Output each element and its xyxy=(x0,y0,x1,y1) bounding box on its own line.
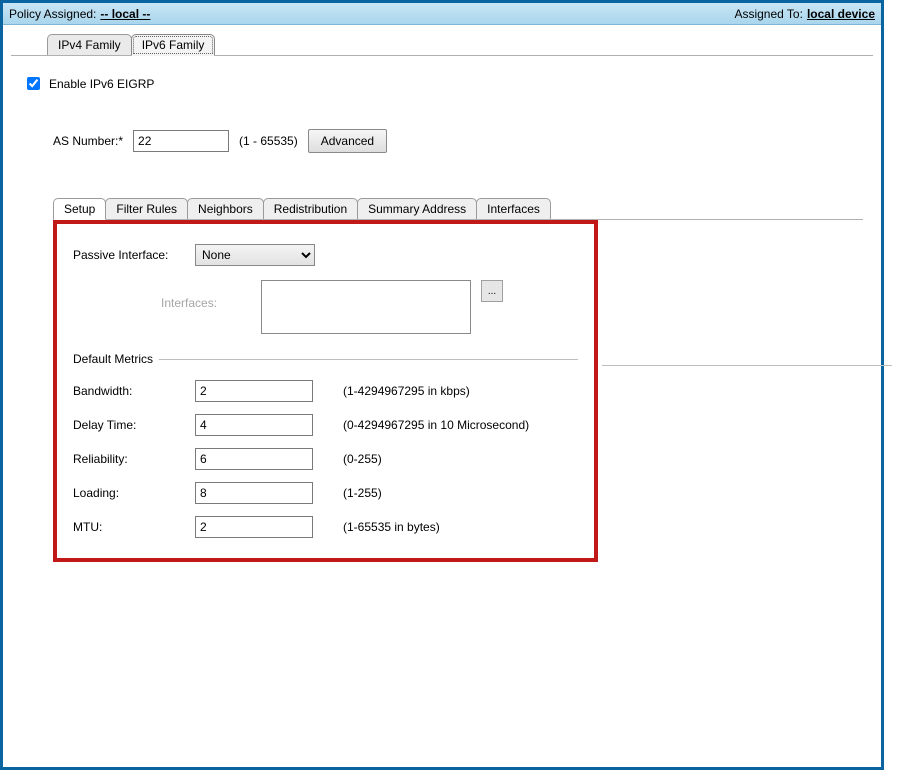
as-number-range: (1 - 65535) xyxy=(239,134,298,148)
delay-time-hint: (0-4294967295 in 10 Microsecond) xyxy=(343,418,529,432)
reliability-input[interactable] xyxy=(195,448,313,470)
default-metrics-label: Default Metrics xyxy=(73,352,159,366)
enable-ipv6-eigrp-label: Enable IPv6 EIGRP xyxy=(49,77,154,91)
assigned-to-label: Assigned To: xyxy=(734,7,803,21)
reliability-label: Reliability: xyxy=(73,452,195,466)
tab-ipv4-family[interactable]: IPv4 Family xyxy=(47,34,132,55)
enable-ipv6-eigrp-checkbox[interactable] xyxy=(27,77,40,90)
title-bar: Policy Assigned: -- local -- Assigned To… xyxy=(3,3,881,25)
mtu-label: MTU: xyxy=(73,520,195,534)
eigrp-inner-tabs: Setup Filter Rules Neighbors Redistribut… xyxy=(53,195,863,219)
passive-interface-select[interactable]: None xyxy=(195,244,315,266)
delay-time-input[interactable] xyxy=(195,414,313,436)
tab-interfaces[interactable]: Interfaces xyxy=(476,198,551,219)
loading-hint: (1-255) xyxy=(343,486,382,500)
bandwidth-hint: (1-4294967295 in kbps) xyxy=(343,384,470,398)
loading-input[interactable] xyxy=(195,482,313,504)
mtu-hint: (1-65535 in bytes) xyxy=(343,520,440,534)
tab-summary-address[interactable]: Summary Address xyxy=(357,198,477,219)
bandwidth-input[interactable] xyxy=(195,380,313,402)
default-metrics-divider xyxy=(159,359,578,360)
delay-time-label: Delay Time: xyxy=(73,418,195,432)
default-metrics-divider-ext xyxy=(602,365,892,366)
assigned-to-link[interactable]: local device xyxy=(807,7,875,21)
passive-interface-label: Passive Interface: xyxy=(73,248,195,262)
interfaces-listbox[interactable] xyxy=(261,280,471,334)
tab-redistribution[interactable]: Redistribution xyxy=(263,198,358,219)
tab-ipv6-family[interactable]: IPv6 Family xyxy=(131,34,216,56)
as-number-input[interactable] xyxy=(133,130,229,152)
ipv6-family-panel: Enable IPv6 EIGRP AS Number:* (1 - 65535… xyxy=(11,55,873,562)
policy-assigned-label: Policy Assigned: xyxy=(9,7,96,21)
setup-highlight-box: Passive Interface: None Interfaces: ... xyxy=(53,220,598,562)
family-tabs: IPv4 Family IPv6 Family xyxy=(11,31,873,55)
tab-neighbors[interactable]: Neighbors xyxy=(187,198,264,219)
interfaces-browse-button[interactable]: ... xyxy=(481,280,503,302)
bandwidth-label: Bandwidth: xyxy=(73,384,195,398)
interfaces-label: Interfaces: xyxy=(161,280,261,310)
reliability-hint: (0-255) xyxy=(343,452,382,466)
advanced-button[interactable]: Advanced xyxy=(308,129,387,153)
mtu-input[interactable] xyxy=(195,516,313,538)
loading-label: Loading: xyxy=(73,486,195,500)
tab-setup[interactable]: Setup xyxy=(53,198,106,220)
as-number-label: AS Number:* xyxy=(53,134,123,148)
policy-window: Policy Assigned: -- local -- Assigned To… xyxy=(0,0,884,770)
policy-assigned-link[interactable]: -- local -- xyxy=(100,7,150,21)
setup-panel: Passive Interface: None Interfaces: ... xyxy=(53,219,863,562)
tab-filter-rules[interactable]: Filter Rules xyxy=(105,198,188,219)
